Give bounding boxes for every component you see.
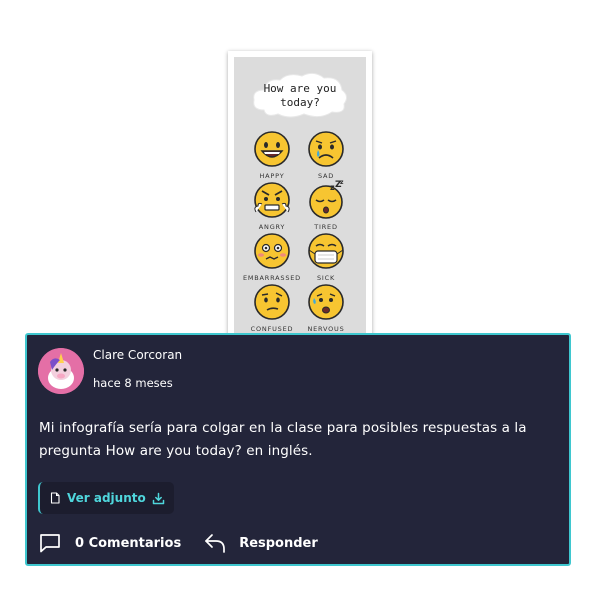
emotion-label: NERVOUS bbox=[307, 325, 345, 333]
emotion-label: SAD bbox=[317, 172, 335, 180]
unicorn-avatar-icon bbox=[38, 348, 84, 394]
download-icon bbox=[152, 492, 164, 504]
emotion-label: EMBARRASSED bbox=[242, 274, 301, 282]
confused-face-icon bbox=[254, 284, 290, 320]
emotion-label: TIRED bbox=[314, 223, 338, 231]
emotion-nervous: NERVOUS bbox=[296, 282, 356, 333]
emotion-confused: CONFUSED bbox=[242, 282, 302, 333]
emotion-label: CONFUSED bbox=[250, 325, 294, 333]
emotion-angry: ANGRY bbox=[242, 180, 302, 231]
happy-face-icon bbox=[254, 131, 290, 167]
view-attachment-button[interactable]: Ver adjunto bbox=[38, 482, 174, 514]
view-attachment-label: Ver adjunto bbox=[67, 491, 146, 505]
embarrassed-face-icon bbox=[254, 233, 290, 269]
reply-label: Responder bbox=[239, 535, 318, 551]
comment-card: Clare Corcoran hace 8 meses Mi infografí… bbox=[25, 333, 571, 566]
comment-author[interactable]: Clare Corcoran bbox=[93, 348, 182, 362]
sad-face-icon bbox=[308, 131, 344, 167]
emotion-label: ANGRY bbox=[258, 223, 286, 231]
emotion-sick: SICK bbox=[296, 231, 356, 282]
svg-text:z: z bbox=[340, 180, 344, 186]
emotion-sad: SAD bbox=[296, 129, 356, 180]
emotion-happy: HAPPY bbox=[242, 129, 302, 180]
comment-bubble-icon bbox=[40, 534, 60, 553]
avatar[interactable] bbox=[38, 348, 84, 394]
angry-face-icon bbox=[254, 182, 290, 218]
poster-title: How are you today? bbox=[263, 82, 337, 109]
file-icon bbox=[50, 492, 60, 504]
reply-button[interactable]: Responder bbox=[203, 532, 318, 554]
reply-arrow-icon bbox=[205, 534, 226, 553]
comments-count-label: 0 Comentarios bbox=[75, 535, 182, 551]
emotion-label: HAPPY bbox=[259, 172, 285, 180]
nervous-face-icon bbox=[308, 284, 344, 320]
comment-actions: 0 Comentarios Responder bbox=[39, 532, 318, 554]
sick-face-icon bbox=[308, 233, 344, 269]
tired-face-icon: z Z z bbox=[309, 180, 344, 219]
emotion-embarrassed: EMBARRASSED bbox=[242, 231, 302, 282]
infographic-background: How are you today? HAPPY SAD ANGRY z Z z… bbox=[234, 57, 366, 341]
comment-timestamp: hace 8 meses bbox=[93, 376, 173, 390]
comment-body: Mi infografía sería para colgar en la cl… bbox=[39, 420, 527, 459]
emotion-label: SICK bbox=[316, 274, 336, 282]
emotion-tired: z Z z TIRED bbox=[296, 180, 356, 231]
comments-button[interactable]: 0 Comentarios bbox=[39, 533, 181, 553]
infographic-attachment-image[interactable]: How are you today? HAPPY SAD ANGRY z Z z… bbox=[228, 51, 372, 341]
